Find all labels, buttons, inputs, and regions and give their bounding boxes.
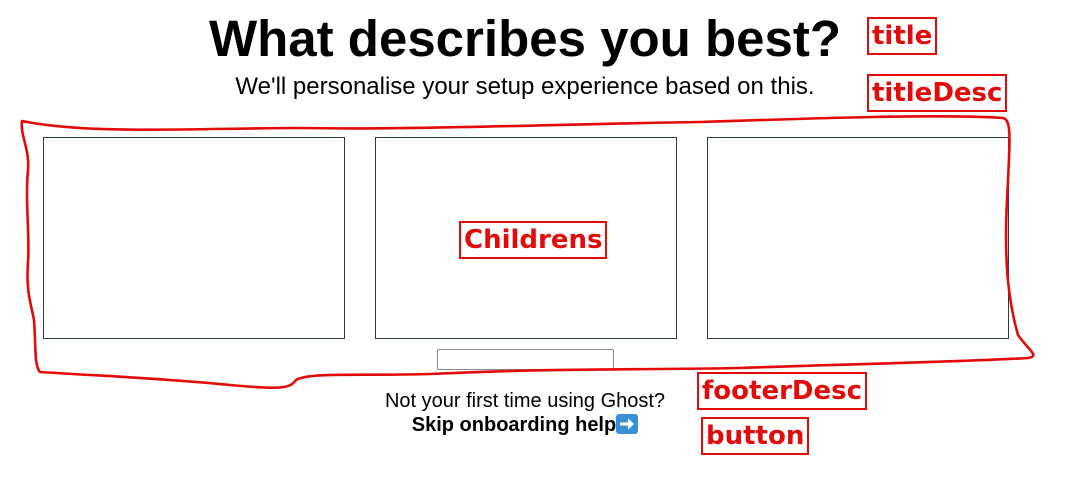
annotation-label-childrens: Childrens [459, 221, 608, 259]
skip-onboarding-label: Skip onboarding help [411, 414, 617, 436]
right-arrow-icon [616, 414, 639, 434]
option-card[interactable] [707, 137, 1009, 339]
footer-input-field[interactable] [437, 349, 614, 370]
annotation-label-title: title [867, 17, 938, 55]
annotation-label-button: button [701, 417, 810, 455]
footer-description: Not your first time using Ghost? [384, 390, 666, 412]
skip-onboarding-button[interactable]: Skip onboarding help [0, 413, 1050, 437]
annotation-label-footerdesc: footerDesc [697, 372, 868, 410]
option-card[interactable] [43, 137, 345, 339]
annotation-label-titledesc: titleDesc [867, 74, 1008, 112]
